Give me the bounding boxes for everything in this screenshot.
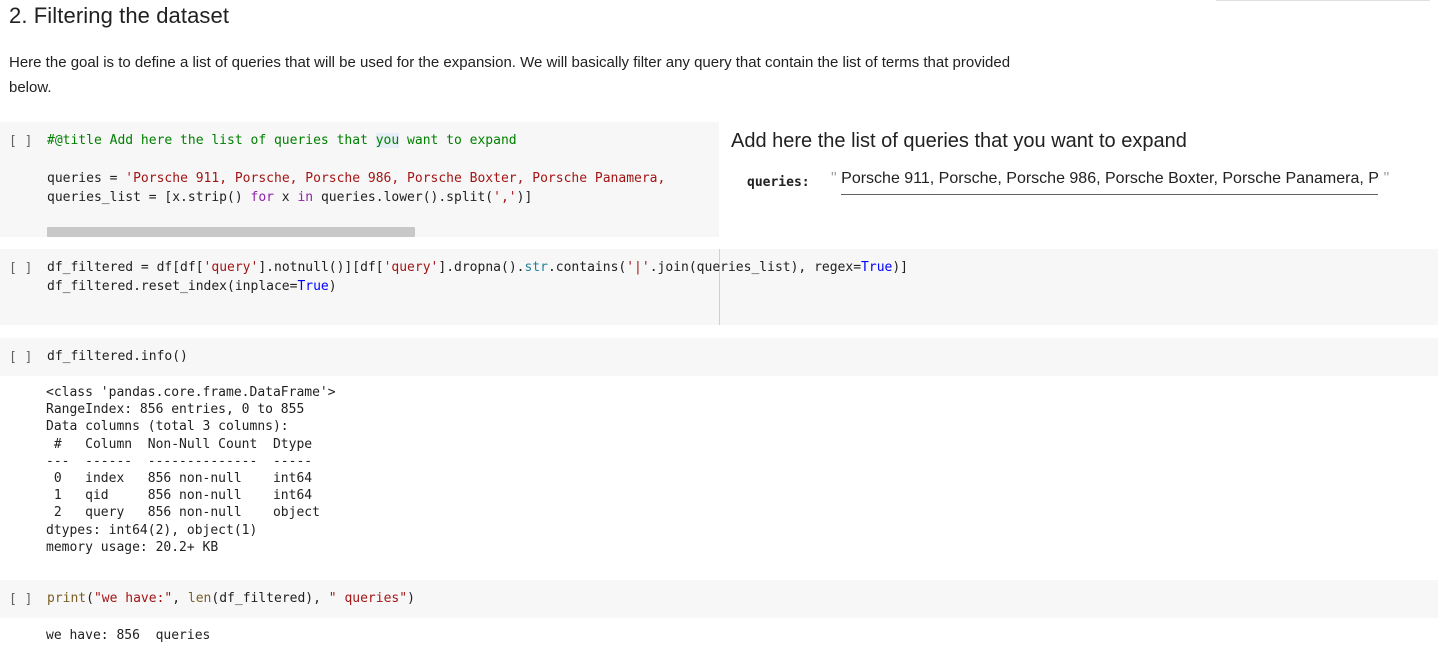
top-divider bbox=[1216, 0, 1430, 1]
section-title: 2. Filtering the dataset bbox=[9, 3, 230, 28]
code-text: (df_filtered), bbox=[211, 591, 329, 606]
code-text: , bbox=[172, 591, 188, 606]
form-title: Add here the list of queries that you wa… bbox=[731, 130, 1187, 152]
code-text: )] bbox=[516, 190, 533, 205]
code-attribute: str bbox=[524, 260, 548, 275]
form-label-queries: queries: bbox=[747, 175, 810, 190]
code-keyword: in bbox=[297, 190, 314, 205]
code-cell-3-source[interactable]: df_filtered.info() bbox=[47, 347, 188, 366]
code-cell-4-source[interactable]: print("we have:", len(df_filtered), " qu… bbox=[47, 589, 415, 608]
code-text: queries = bbox=[47, 171, 126, 186]
cell-4-output: we have: 856 queries bbox=[46, 628, 211, 643]
quote-close: " bbox=[1383, 170, 1390, 187]
code-function: len bbox=[187, 591, 212, 606]
code-text: ( bbox=[86, 591, 94, 606]
code-keyword: for bbox=[250, 190, 274, 205]
code-string: " queries" bbox=[328, 591, 408, 606]
code-function: print bbox=[47, 591, 87, 606]
code-text: ].dropna(). bbox=[438, 260, 525, 275]
code-text: queries.lower().split( bbox=[313, 190, 494, 205]
code-text: ) bbox=[407, 591, 415, 606]
queries-input[interactable]: " Porsche 911, Porsche, Porsche 986, Por… bbox=[831, 170, 1391, 194]
run-button[interactable]: [ ] bbox=[9, 261, 32, 276]
run-button[interactable]: [ ] bbox=[9, 134, 32, 149]
title-comment: #@title Add here the list of queries tha… bbox=[47, 133, 376, 148]
code-text: ) bbox=[328, 279, 337, 294]
input-underline bbox=[841, 194, 1378, 195]
code-string: ',' bbox=[493, 190, 517, 205]
code-bool: True bbox=[297, 279, 329, 294]
code-cell-1-source[interactable]: #@title Add here the list of queries tha… bbox=[47, 131, 665, 207]
code-text: )] bbox=[892, 260, 909, 275]
code-string: "we have:" bbox=[93, 591, 173, 606]
code-string: 'query' bbox=[383, 260, 439, 275]
code-text: .join(queries_list), regex= bbox=[649, 260, 862, 275]
code-text: x bbox=[273, 190, 298, 205]
run-button[interactable]: [ ] bbox=[9, 350, 32, 365]
code-bool: True bbox=[861, 260, 893, 275]
code-string: 'query' bbox=[203, 260, 259, 275]
code-cell-3[interactable] bbox=[0, 338, 1438, 376]
code-string: 'Porsche 911, Porsche, Porsche 986, Pors… bbox=[125, 171, 666, 186]
code-text: df_filtered = df[df[ bbox=[47, 260, 204, 275]
code-string: '|' bbox=[626, 260, 650, 275]
queries-input-value: Porsche 911, Porsche, Porsche 986, Porsc… bbox=[841, 170, 1380, 187]
run-button[interactable]: [ ] bbox=[9, 592, 32, 607]
horizontal-scrollbar[interactable] bbox=[47, 227, 415, 237]
intro-text: Here the goal is to define a list of que… bbox=[9, 54, 1011, 96]
code-text: df_filtered.reset_index(inplace= bbox=[47, 279, 298, 294]
highlighted-word: you bbox=[375, 133, 400, 148]
title-comment-end: want to expand bbox=[399, 133, 517, 148]
quote-open: " bbox=[831, 170, 837, 187]
code-text: .contains( bbox=[547, 260, 627, 275]
code-text: ].notnull()][df[ bbox=[258, 260, 384, 275]
cell-3-output: <class 'pandas.core.frame.DataFrame'> Ra… bbox=[46, 385, 336, 555]
code-text: queries_list = [x.strip() bbox=[47, 190, 251, 205]
code-cell-2-source[interactable]: df_filtered = df[df['query'].notnull()][… bbox=[47, 258, 908, 296]
